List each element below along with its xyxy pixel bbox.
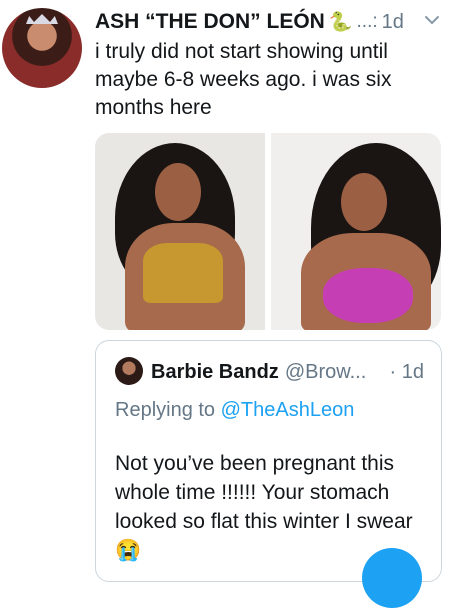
quoted-author-handle[interactable]: @Brow... [285,361,366,384]
crown-decoration [26,14,58,24]
tweet-header: ASH “THE DON” LEÓN 🐍 ...: 1d [95,8,440,36]
media-grid [95,133,441,330]
chevron-down-icon[interactable] [424,12,440,28]
quoted-tweet[interactable]: Barbie Bandz @Brow... · 1d Replying to @… [95,340,442,582]
tweet-timestamp[interactable]: 1d [382,11,404,34]
quoted-timestamp[interactable]: · 1d [390,361,436,384]
photo-2[interactable] [271,133,441,330]
quoted-author-avatar[interactable] [115,357,143,385]
author-avatar[interactable] [2,8,82,88]
quoted-header: Barbie Bandz @Brow... · 1d [151,357,436,387]
replying-prefix: Replying to [115,399,216,421]
quoted-text: Not you’ve been pregnant this whole time… [115,452,413,562]
author-handle[interactable]: ...: [357,11,378,33]
replying-to: Replying to @TheAshLeon [115,399,354,422]
tweet-text: i truly did not start showing until mayb… [95,40,392,119]
quoted-author-name[interactable]: Barbie Bandz [151,361,279,384]
photo-1[interactable] [95,133,265,330]
replying-mention[interactable]: @TheAshLeon [221,399,355,421]
author-name[interactable]: ASH “THE DON” LEÓN [95,10,325,34]
name-emoji: 🐍 [328,12,353,33]
compose-button[interactable] [362,548,422,608]
